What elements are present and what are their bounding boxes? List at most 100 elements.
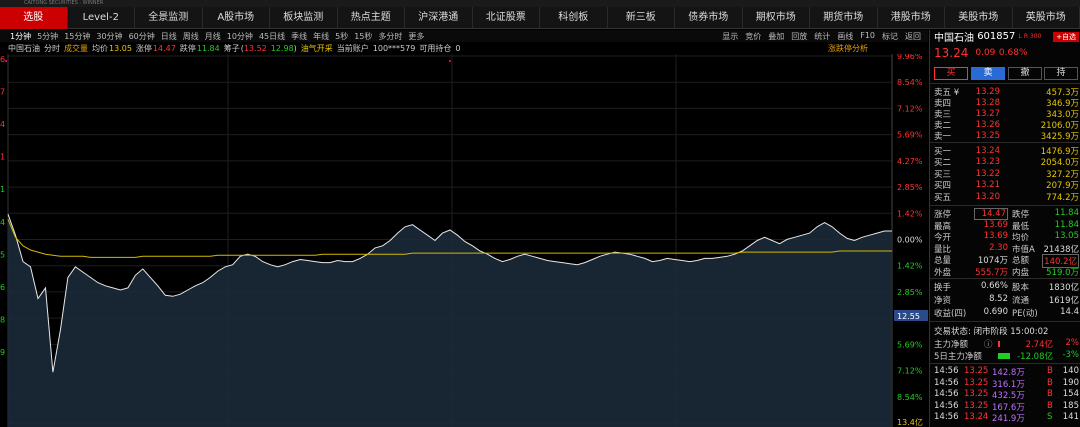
ask-price[interactable]: 13.28 xyxy=(960,98,1000,108)
nav-tab-3[interactable]: A股市场 xyxy=(203,7,270,29)
volume-label[interactable]: 成交量 xyxy=(64,43,88,54)
bid-price[interactable]: 13.23 xyxy=(960,157,1000,167)
nav-tab-2[interactable]: 全景监测 xyxy=(135,7,203,29)
bid-volume: 1476.9万 xyxy=(1040,146,1079,157)
stat-label: 总量 xyxy=(934,256,952,267)
buy-button[interactable]: 买 xyxy=(934,67,968,80)
nav-tab-1[interactable]: Level-2 xyxy=(68,7,135,29)
nav-tab-12[interactable]: 期货市场 xyxy=(810,7,878,29)
bid-price[interactable]: 13.22 xyxy=(960,169,1000,179)
timeframe-0[interactable]: 1分钟 xyxy=(10,31,31,42)
stat-label: 内盘 xyxy=(1012,268,1030,278)
nav-tab-8[interactable]: 科创板 xyxy=(540,7,608,29)
nav-tab-0[interactable]: 选股 xyxy=(0,7,68,29)
timeframe-4[interactable]: 60分钟 xyxy=(129,31,155,42)
tick-time: 14:56 xyxy=(934,366,959,376)
nav-tab-7[interactable]: 北证股票 xyxy=(473,7,540,29)
toolbar-action-2[interactable]: 叠加 xyxy=(768,31,784,42)
ask-price[interactable]: 13.29 xyxy=(960,87,1000,97)
pct-tick-label: 2.85% xyxy=(897,288,923,297)
nav-tab-10[interactable]: 债券市场 xyxy=(675,7,743,29)
timeframe-1[interactable]: 5分钟 xyxy=(37,31,58,42)
account-value[interactable]: 100***579 xyxy=(373,44,416,53)
nav-tab-6[interactable]: 沪深港通 xyxy=(405,7,473,29)
stat-value: 11.84 xyxy=(1054,208,1079,218)
stock-name: 中国石油 xyxy=(8,44,40,53)
ask-price[interactable]: 13.27 xyxy=(960,109,1000,119)
ask-price[interactable]: 13.26 xyxy=(960,120,1000,130)
tick-price: 13.25 xyxy=(964,400,989,411)
bid-price[interactable]: 13.24 xyxy=(960,146,1000,156)
trade-status: 交易状态: 闭市阶段 15:00:02 xyxy=(934,327,1049,337)
timeframe-12[interactable]: 5秒 xyxy=(335,31,348,42)
mainflow-bar xyxy=(998,341,1000,347)
favorite-button[interactable]: +自选 xyxy=(1053,31,1079,42)
stat-row: 涨停 14.47 跌停 11.84 xyxy=(934,208,1079,220)
chip-a: 13.52 xyxy=(243,44,267,53)
stat-value: 1830亿 xyxy=(1048,283,1079,293)
stat-label: 市值A xyxy=(1012,244,1035,255)
period-label[interactable]: 分时 xyxy=(44,43,60,54)
limit-down-value: 11.84 xyxy=(196,44,220,53)
tick-time: 14:56 xyxy=(934,400,959,411)
toolbar-action-6[interactable]: F10 xyxy=(860,31,875,42)
tick-side: B xyxy=(1047,377,1053,388)
tick-price: 13.25 xyxy=(964,366,989,376)
nav-tab-5[interactable]: 热点主题 xyxy=(338,7,405,29)
tick-time: 14:56 xyxy=(934,389,959,400)
toolbar-action-5[interactable]: 画线 xyxy=(837,31,853,42)
timeframe-5[interactable]: 日线 xyxy=(161,31,177,42)
brand-text: CAITONG SECURITIES · WINNER xyxy=(24,0,104,6)
timeframe-10[interactable]: 季线 xyxy=(291,31,307,42)
trade-tick-row: 14:56 13.25 316.1万 B 190 xyxy=(934,377,1079,390)
toolbar-action-8[interactable]: 返回 xyxy=(905,31,921,42)
intraday-chart[interactable]: 9.96% 8.54% 7.12% 5.69% 4.27% 2.85% 1.42% 0.00%… xyxy=(0,54,928,427)
stat-label: 收益(四) xyxy=(934,309,967,319)
ask-price[interactable]: 13.25 xyxy=(960,131,1000,141)
tick-side: B xyxy=(1047,389,1053,400)
timeframe-13[interactable]: 15秒 xyxy=(354,31,372,42)
cursor-price-label: 12.55 xyxy=(897,312,920,321)
timeframe-7[interactable]: 月线 xyxy=(205,31,221,42)
nav-tab-14[interactable]: 美股市场 xyxy=(945,7,1013,29)
timeframe-11[interactable]: 年线 xyxy=(313,31,329,42)
bid-volume: 207.9万 xyxy=(1046,181,1079,191)
price-tick-label: 6 xyxy=(0,55,5,64)
timeframe-2[interactable]: 15分钟 xyxy=(64,31,90,42)
toolbar-action-1[interactable]: 竞价 xyxy=(745,31,761,42)
nav-tab-11[interactable]: 期权市场 xyxy=(743,7,810,29)
nav-tab-13[interactable]: 港股市场 xyxy=(878,7,945,29)
timeframe-6[interactable]: 周线 xyxy=(183,31,199,42)
stat-value: 0.66% xyxy=(980,281,1008,291)
stat-label: 净资 xyxy=(934,296,952,306)
nav-tab-4[interactable]: 板块监测 xyxy=(270,7,338,29)
bid-price[interactable]: 13.20 xyxy=(960,192,1000,202)
timeframe-3[interactable]: 30分钟 xyxy=(96,31,122,42)
timeframe-14[interactable]: 多分时 xyxy=(378,31,402,42)
pct-tick-label: 13.4亿 xyxy=(897,417,923,427)
hold-button[interactable]: 持 xyxy=(1044,67,1078,80)
bid-label: 买二 xyxy=(934,158,952,168)
timeframe-9[interactable]: 45日线 xyxy=(259,31,285,42)
toolbar-action-0[interactable]: 显示 xyxy=(722,31,738,42)
sector-label[interactable]: 油气开采 xyxy=(301,43,333,54)
cancel-button[interactable]: 撤 xyxy=(1008,67,1042,80)
stat-value: 1619亿 xyxy=(1048,296,1079,306)
limit-analysis-link[interactable]: 涨跌停分析 xyxy=(828,43,868,54)
timeframe-8[interactable]: 10分钟 xyxy=(227,31,253,42)
toolbar-action-7[interactable]: 标记 xyxy=(882,31,898,42)
nav-tab-15[interactable]: 英股市场 xyxy=(1013,7,1080,29)
info-icon[interactable]: ⓘ xyxy=(984,338,993,350)
bid-price[interactable]: 13.21 xyxy=(960,180,1000,190)
sell-button[interactable]: 卖 xyxy=(971,67,1005,80)
nav-tab-9[interactable]: 新三板 xyxy=(608,7,675,29)
stat-value: 0.690 xyxy=(983,307,1008,317)
toolbar-action-4[interactable]: 统计 xyxy=(814,31,830,42)
timeframe-15[interactable]: 更多 xyxy=(408,31,424,42)
tick-count: 190 xyxy=(1062,377,1079,388)
avail-label: 可用持仓 xyxy=(419,44,452,53)
stat-row: 最高 13.69 最低 11.84 xyxy=(934,220,1079,232)
tick-price: 13.24 xyxy=(964,412,989,423)
tick-time: 14:56 xyxy=(934,377,959,388)
toolbar-action-3[interactable]: 回放 xyxy=(791,31,807,42)
